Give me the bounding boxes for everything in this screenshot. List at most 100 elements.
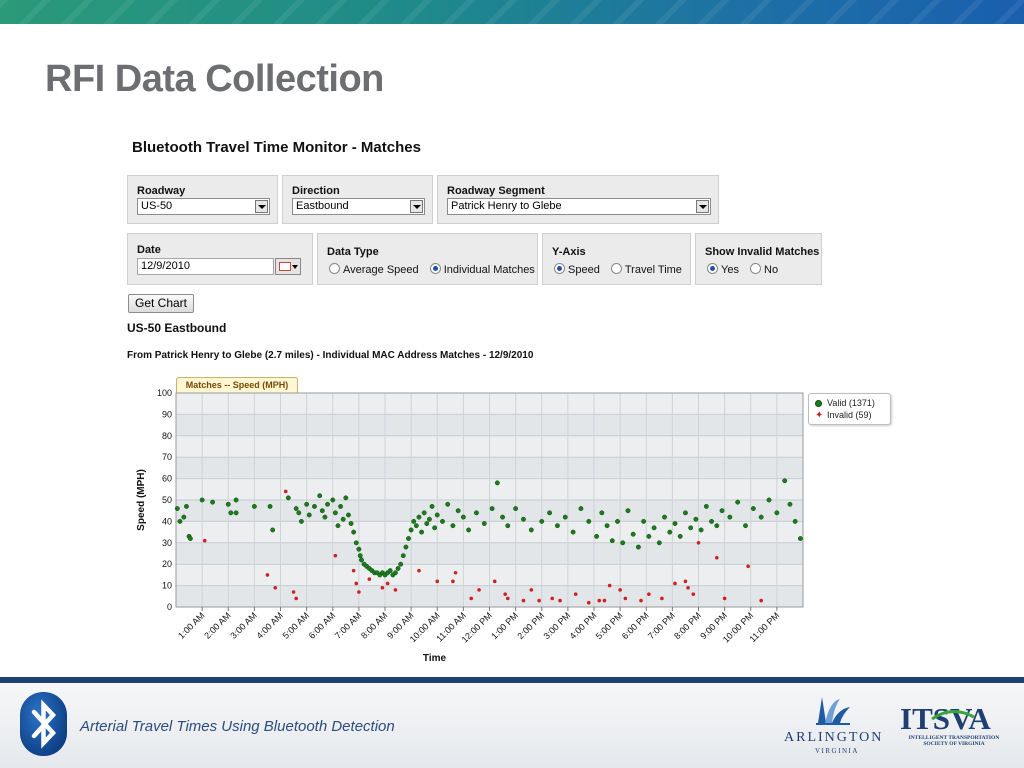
valid-point [187, 536, 193, 541]
invalid-point [602, 598, 607, 603]
valid-point [387, 568, 393, 574]
arlington-logo-mark [816, 697, 850, 725]
invalid-point [354, 581, 359, 586]
chevron-down-icon[interactable] [410, 200, 423, 213]
app-title: Bluetooth Travel Time Monitor - Matches [132, 139, 421, 156]
invalid-point [367, 577, 372, 581]
invalid-point [273, 585, 278, 590]
valid-point [340, 516, 346, 522]
valid-point [408, 527, 414, 533]
valid-point [766, 497, 772, 503]
valid-point [562, 514, 568, 520]
valid-point [440, 518, 445, 524]
invalid-point [393, 588, 398, 592]
segment-select[interactable]: Patrick Henry to Glebe [447, 198, 711, 215]
valid-point [481, 521, 487, 526]
invalid-point [618, 588, 622, 592]
valid-point [667, 529, 673, 535]
x-tick-label: 1:00 AM [176, 610, 206, 640]
valid-point [698, 527, 704, 533]
valid-point [338, 503, 344, 509]
valid-point [233, 497, 239, 503]
radio-travel-time[interactable]: Travel Time [610, 263, 682, 276]
radio-average-speed[interactable]: Average Speed [329, 263, 419, 276]
radio-individual-matches[interactable]: Individual Matches [429, 263, 535, 276]
chevron-down-icon[interactable] [255, 200, 268, 213]
invalid-point [283, 489, 288, 494]
valid-point [403, 544, 409, 550]
valid-point [210, 499, 216, 505]
legend-invalid[interactable]: ✦ Invalid (59) [815, 410, 872, 421]
y-tick-label: 0 [167, 602, 172, 612]
y-tick-label: 10 [162, 581, 172, 591]
valid-point [332, 510, 338, 516]
chart-legend: Valid (1371) ✦ Invalid (59) [808, 393, 891, 425]
arlington-logo-subtext: VIRGINIA [815, 747, 859, 755]
valid-point [750, 506, 756, 512]
radio-button[interactable] [329, 263, 340, 274]
top-banner [0, 0, 1024, 24]
valid-point [688, 525, 694, 531]
valid-point [421, 510, 427, 516]
radio-label: Travel Time [624, 264, 682, 276]
invalid-point [550, 596, 554, 601]
valid-point [317, 493, 323, 499]
get-chart-button[interactable]: Get Chart [128, 294, 194, 313]
valid-point [322, 514, 328, 520]
valid-point [599, 510, 605, 516]
valid-point [225, 501, 231, 507]
roadway-label: Roadway [137, 185, 186, 197]
invalid-point [380, 585, 385, 590]
valid-point [411, 518, 417, 524]
radio-yes[interactable]: Yes [707, 263, 739, 276]
x-tick-label: 4:00 PM [568, 610, 599, 641]
valid-point [445, 501, 451, 507]
calendar-button[interactable] [275, 258, 301, 275]
y-tick-label: 80 [162, 431, 172, 441]
valid-point [604, 523, 610, 529]
radio-no[interactable]: No [750, 263, 779, 276]
radio-button[interactable] [750, 263, 762, 274]
valid-point [356, 546, 362, 552]
direction-value: Eastbound [296, 200, 349, 212]
invalid-point [722, 596, 727, 601]
chevron-down-icon[interactable] [696, 200, 709, 213]
invalid-point [686, 585, 690, 590]
itsva-logo-subtext: INTELLIGENT TRANSPORTATION SOCIETY OF VI… [908, 735, 1000, 747]
valid-point [630, 531, 636, 537]
legend-valid[interactable]: Valid (1371) [815, 398, 875, 408]
valid-point [174, 506, 180, 512]
radio-button-selected[interactable] [707, 263, 718, 274]
radio-button-selected[interactable] [554, 263, 565, 274]
valid-point [547, 510, 553, 516]
arlington-logo-text: ARLINGTON [784, 730, 884, 745]
segment-value: Patrick Henry to Glebe [451, 200, 562, 212]
radio-button-selected[interactable] [429, 263, 441, 274]
y-axis-options: Speed Travel Time [554, 263, 690, 276]
invalid-point [623, 596, 628, 601]
invalid-point [451, 579, 455, 584]
y-tick-label: 70 [162, 452, 172, 462]
valid-point [554, 523, 560, 529]
valid-point [662, 514, 667, 520]
invalid-panel: Show Invalid Matches Yes No [695, 233, 822, 285]
x-axis-title: Time [423, 653, 447, 664]
radio-label: No [764, 264, 779, 276]
radio-speed[interactable]: Speed [554, 263, 600, 276]
invalid-point [351, 568, 356, 573]
invalid-point [647, 592, 651, 596]
date-input[interactable]: 12/9/2010 [137, 258, 274, 275]
data-type-panel: Data Type Average Speed Individual Match… [317, 233, 538, 285]
invalid-point [417, 568, 421, 573]
valid-point [641, 518, 647, 524]
invalid-point [469, 596, 474, 601]
x-tick-label: 6:00 PM [620, 610, 651, 641]
x-tick-label: 3:00 PM [542, 610, 573, 641]
roadway-select[interactable]: US-50 [137, 198, 270, 215]
radio-button[interactable] [610, 263, 622, 274]
data-type-options: Average Speed Individual Matches [329, 263, 543, 276]
data-type-label: Data Type [327, 246, 379, 258]
star-marker-icon: ✦ [815, 410, 824, 421]
direction-select[interactable]: Eastbound [292, 198, 425, 215]
date-label: Date [137, 244, 161, 256]
